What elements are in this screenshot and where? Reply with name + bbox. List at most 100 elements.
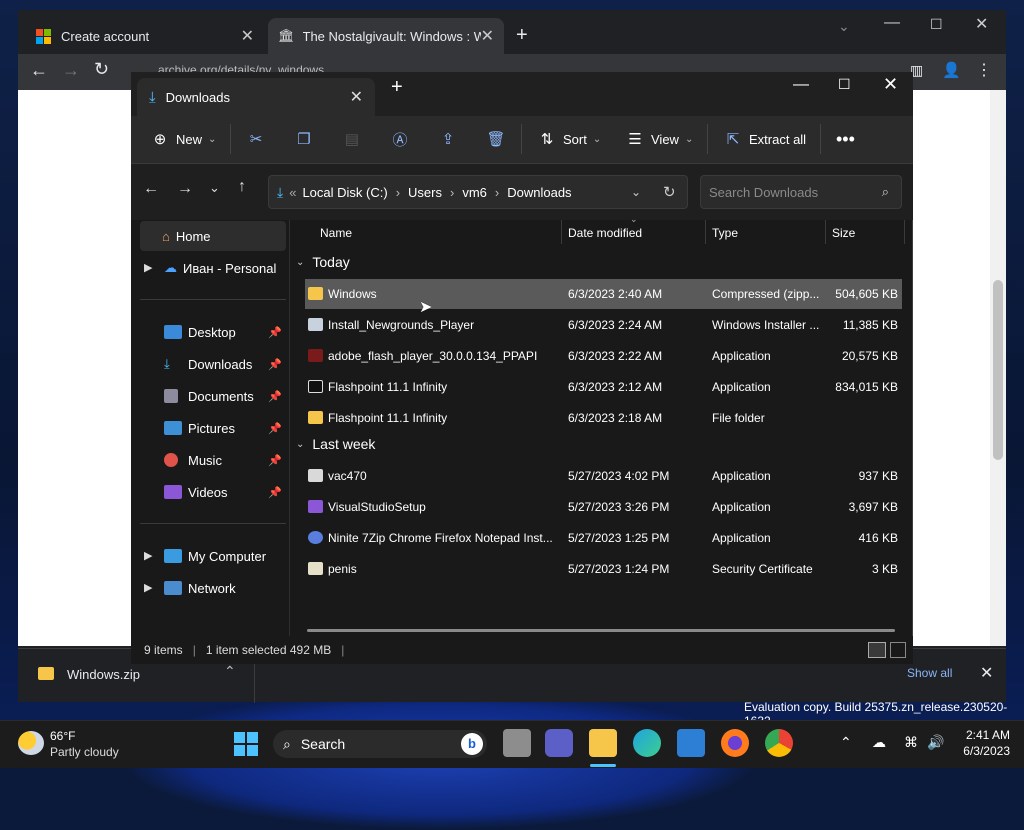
column-divider[interactable] [904, 220, 905, 244]
task-view-icon[interactable] [503, 729, 531, 757]
nav-item-home[interactable]: ⌂ Home [140, 221, 286, 251]
pin-icon[interactable]: 📌 [268, 486, 286, 499]
nav-item-network[interactable]: Network [140, 573, 286, 603]
file-row[interactable]: adobe_flash_player_30.0.0.134_PPAPI 6/3/… [305, 341, 902, 371]
nav-item-music[interactable]: Music 📌 [140, 445, 286, 475]
taskbar-search[interactable]: ⌕ Search b [273, 730, 487, 758]
rename-button[interactable]: Ⓐ [390, 124, 410, 154]
tiles-view-icon[interactable] [890, 642, 906, 658]
up-icon[interactable]: ↑ [238, 178, 246, 196]
profile-icon[interactable]: 👤 [942, 61, 961, 79]
nav-item-pictures[interactable]: Pictures 📌 [140, 413, 286, 443]
nav-item-videos[interactable]: Videos 📌 [140, 477, 286, 507]
reload-icon[interactable]: ↻ [94, 59, 109, 80]
close-window-icon[interactable]: ✕ [975, 14, 988, 34]
close-icon[interactable]: ✕ [241, 26, 254, 46]
file-row[interactable]: VisualStudioSetup 5/27/2023 3:26 PM Appl… [305, 492, 902, 522]
sort-button[interactable]: ⇅ Sort ⌄ [537, 124, 602, 154]
column-header-size[interactable]: Size [832, 222, 855, 244]
chrome-tab-nostalgivault[interactable]: 🏛 The Nostalgivault: Windows : Wi ✕ [268, 18, 504, 54]
close-download-bar-icon[interactable]: ✕ [980, 663, 993, 683]
refresh-icon[interactable]: ↻ [663, 183, 676, 201]
file-row[interactable]: vac470 5/27/2023 4:02 PM Application 937… [305, 461, 902, 491]
start-icon[interactable] [234, 732, 258, 756]
page-scrollbar[interactable] [990, 90, 1006, 646]
chrome-icon[interactable] [765, 729, 793, 757]
nav-item-personal[interactable]: ☁ Иван - Personal [140, 253, 286, 283]
file-row[interactable]: penis 5/27/2023 1:24 PM Security Certifi… [305, 554, 902, 584]
maximize-icon[interactable]: ☐ [930, 16, 943, 33]
volume-icon[interactable]: 🔊 [927, 734, 944, 751]
minimize-icon[interactable]: — [793, 76, 809, 94]
pin-icon[interactable]: 📌 [268, 326, 286, 339]
chrome-tab-create-account[interactable]: Create account ✕ [26, 18, 264, 54]
network-status-icon[interactable]: ⌘ [904, 734, 918, 751]
breadcrumb-item[interactable]: Local Disk (C:) [302, 185, 387, 200]
maximize-icon[interactable]: ☐ [838, 76, 851, 93]
details-view-icon[interactable] [868, 642, 886, 658]
column-header-date[interactable]: Date modified [568, 222, 642, 244]
firefox-icon[interactable] [721, 729, 749, 757]
explorer-tab-downloads[interactable]: ⤓ Downloads ✕ [137, 78, 375, 116]
minimize-icon[interactable]: — [884, 14, 900, 32]
column-header-name[interactable]: Name [320, 222, 352, 244]
column-divider[interactable] [825, 220, 826, 244]
chevron-down-icon[interactable]: ⌄ [838, 18, 850, 35]
file-row[interactable]: Windows 6/3/2023 2:40 AM Compressed (zip… [305, 279, 902, 309]
chevron-up-icon[interactable]: ⌃ [224, 663, 236, 680]
weather-icon[interactable] [18, 731, 44, 755]
breadcrumb-item[interactable]: Users [408, 185, 442, 200]
chevron-up-icon[interactable]: ⌃ [840, 734, 852, 751]
cut-button[interactable]: ✂ [246, 124, 266, 154]
back-icon[interactable]: ← [143, 180, 159, 198]
show-all-link[interactable]: Show all [907, 666, 952, 680]
group-header-last-week[interactable]: ⌄ Last week [296, 436, 375, 452]
column-divider[interactable] [705, 220, 706, 244]
group-header-today[interactable]: ⌄ Today [296, 254, 350, 270]
close-icon[interactable]: ✕ [350, 87, 363, 107]
teams-icon[interactable] [545, 729, 573, 757]
view-button[interactable]: ☰ View ⌄ [625, 124, 693, 154]
pin-icon[interactable]: 📌 [268, 390, 286, 403]
nav-item-desktop[interactable]: Desktop 📌 [140, 317, 286, 347]
breadcrumb-item[interactable]: vm6 [462, 185, 487, 200]
horizontal-scrollbar[interactable] [307, 629, 895, 632]
more-options-icon[interactable]: ••• [836, 124, 855, 154]
close-window-icon[interactable]: ✕ [883, 74, 898, 95]
new-button[interactable]: ⊕ New ⌄ [150, 124, 217, 154]
pin-icon[interactable]: 📌 [268, 422, 286, 435]
recent-chevron-icon[interactable]: ⌄ [209, 180, 220, 196]
nav-item-documents[interactable]: Documents 📌 [140, 381, 286, 411]
extract-all-button[interactable]: ⇱ Extract all [723, 124, 806, 154]
edge-icon[interactable] [633, 729, 661, 757]
delete-button[interactable]: 🗑 [486, 124, 506, 154]
back-icon[interactable]: ← [30, 60, 48, 81]
file-explorer-icon[interactable] [589, 729, 617, 757]
weather-temp[interactable]: 66°F [50, 729, 75, 743]
close-icon[interactable]: ✕ [481, 26, 494, 46]
address-bar[interactable]: ⤓ « Local Disk (C:) › Users › vm6 › Down… [268, 175, 688, 209]
clock[interactable]: 2:41 AM 6/3/2023 [950, 728, 1010, 758]
chevron-down-icon[interactable]: ⌄ [631, 185, 641, 199]
download-filename[interactable]: Windows.zip [67, 667, 140, 682]
file-row[interactable]: Install_Newgrounds_Player 6/3/2023 2:24 … [305, 310, 902, 340]
share-button[interactable]: ⇪ [438, 124, 458, 154]
bing-icon[interactable]: b [461, 733, 483, 755]
new-tab-icon[interactable]: + [516, 24, 528, 47]
forward-icon[interactable]: → [62, 60, 80, 81]
nav-item-my-computer[interactable]: My Computer [140, 541, 286, 571]
search-box[interactable]: Search Downloads ⌕ [700, 175, 902, 209]
menu-icon[interactable]: ⋮ [976, 60, 992, 80]
store-icon[interactable] [677, 729, 705, 757]
pin-icon[interactable]: 📌 [268, 454, 286, 467]
breadcrumb-item[interactable]: Downloads [507, 185, 571, 200]
file-row[interactable]: Flashpoint 11.1 Infinity 6/3/2023 2:18 A… [305, 403, 902, 433]
file-row[interactable]: Ninite 7Zip Chrome Firefox Notepad Inst.… [305, 523, 902, 553]
column-header-type[interactable]: Type [712, 222, 738, 244]
paste-button[interactable]: ▤ [342, 124, 362, 154]
copy-button[interactable]: ❐ [294, 124, 314, 154]
pin-icon[interactable]: 📌 [268, 358, 286, 371]
forward-icon[interactable]: → [177, 180, 193, 198]
new-tab-icon[interactable]: + [391, 76, 403, 99]
nav-item-downloads[interactable]: ⤓ Downloads 📌 [140, 349, 286, 379]
